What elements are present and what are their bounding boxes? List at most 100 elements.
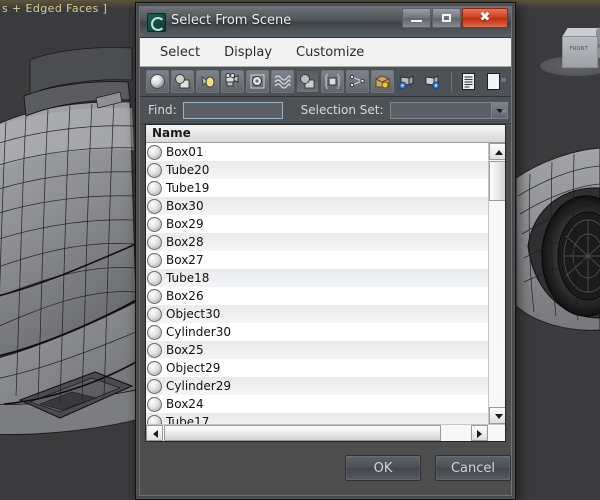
dialog-menubar[interactable]: Select Display Customize <box>140 38 511 67</box>
bone-icon <box>349 74 365 88</box>
vertical-scrollbar-thumb[interactable] <box>489 161 505 201</box>
tape-helper-icon <box>250 74 265 89</box>
sphere-icon <box>147 360 162 376</box>
list-item[interactable]: Cylinder29 <box>146 377 488 395</box>
find-row-overflow-chevron[interactable]: » <box>500 104 507 117</box>
sphere-icon <box>147 396 162 412</box>
display-bone-objects-button[interactable] <box>346 70 369 93</box>
cancel-button[interactable]: Cancel <box>435 455 511 481</box>
list-item-label: Box29 <box>166 217 204 231</box>
list-item-label: Object30 <box>166 307 221 321</box>
list-item[interactable]: Box29 <box>146 215 488 233</box>
display-influences-button[interactable] <box>421 70 444 93</box>
sphere-icon <box>147 342 162 358</box>
dialog-toolbar[interactable]: » <box>140 67 511 97</box>
scroll-right-button[interactable] <box>471 425 488 441</box>
list-item-label: Box24 <box>166 397 204 411</box>
light-icon <box>201 75 215 88</box>
camera-icon <box>225 73 239 87</box>
minimize-button[interactable] <box>402 8 431 28</box>
ok-button[interactable]: OK <box>345 455 421 481</box>
selection-set-label: Selection Set: <box>300 103 384 117</box>
shapes-icon <box>175 74 190 89</box>
display-helpers-button[interactable] <box>246 70 269 93</box>
sphere-icon <box>147 144 162 160</box>
list-item-label: Box30 <box>166 199 204 213</box>
maximize-button[interactable] <box>432 8 461 28</box>
list-item-label: Box25 <box>166 343 204 357</box>
list-item[interactable]: Box28 <box>146 233 488 251</box>
toolbar-separator <box>451 72 452 91</box>
close-button[interactable]: ✖ <box>462 8 508 28</box>
search-input[interactable] <box>182 101 283 119</box>
sphere-icon <box>147 378 162 394</box>
sphere-icon <box>147 252 162 268</box>
display-external-refs-button[interactable] <box>321 70 344 93</box>
list-item-label: Cylinder30 <box>166 325 231 339</box>
list-item-label: Box28 <box>166 235 204 249</box>
list-item-label: Tube19 <box>166 181 210 195</box>
vertical-scrollbar[interactable] <box>488 143 505 424</box>
sphere-icon <box>147 234 162 250</box>
menu-item-customize[interactable]: Customize <box>284 41 376 64</box>
menu-item-display[interactable]: Display <box>212 41 284 64</box>
sphere-icon <box>147 270 162 286</box>
list-item-label: Tube18 <box>166 271 210 285</box>
display-cameras-button[interactable] <box>221 70 244 93</box>
list-item[interactable]: Object30 <box>146 305 488 323</box>
sphere-icon <box>150 74 165 89</box>
list-item[interactable]: Box26 <box>146 287 488 305</box>
list-item-label: Tube20 <box>166 163 210 177</box>
scroll-left-button[interactable] <box>146 425 163 441</box>
dialog-titlebar[interactable]: Select From Scene ✖ <box>140 7 511 38</box>
sphere-icon <box>147 324 162 340</box>
list-item[interactable]: Box25 <box>146 341 488 359</box>
display-shapes-button[interactable] <box>171 70 194 93</box>
selection-set-dropdown[interactable] <box>389 101 508 119</box>
list-types-button[interactable] <box>457 70 480 93</box>
container-icon <box>375 75 390 89</box>
list-item[interactable]: Tube18 <box>146 269 488 287</box>
find-row: Find: Selection Set: » <box>140 97 511 124</box>
list-item[interactable]: Box24 <box>146 395 488 413</box>
children-icon <box>398 75 414 90</box>
influences-icon <box>425 75 440 90</box>
list-item-label: Object29 <box>166 361 221 375</box>
sphere-icon <box>147 288 162 304</box>
select-from-scene-dialog[interactable]: Select From Scene ✖ Select Display Custo… <box>135 2 516 500</box>
horizontal-scrollbar-thumb[interactable] <box>164 425 441 441</box>
group-icon <box>300 74 315 89</box>
list-body[interactable]: Box01 Tube20 Tube19 Box30 Box29 Box28 Box27 Tub… <box>146 143 488 424</box>
scroll-up-button[interactable] <box>489 143 505 160</box>
display-groups-xrefs-button[interactable] <box>296 70 319 93</box>
list-item[interactable]: Tube19 <box>146 179 488 197</box>
sphere-icon <box>147 180 162 196</box>
scroll-down-button[interactable] <box>489 407 505 424</box>
list-item[interactable]: Box27 <box>146 251 488 269</box>
list-item[interactable]: Tube20 <box>146 161 488 179</box>
scene-object-list[interactable]: Name Box01 Tube20 Tube19 Box30 Box29 Box28 Box… <box>145 124 506 442</box>
viewcube-front-face[interactable] <box>562 36 598 68</box>
list-column-header-name[interactable]: Name <box>146 125 505 143</box>
sphere-icon <box>147 414 162 424</box>
display-containers-button[interactable] <box>371 70 394 93</box>
list-item[interactable]: Tube17 <box>146 413 488 424</box>
display-space-warps-button[interactable] <box>271 70 294 93</box>
list-item[interactable]: Cylinder30 <box>146 323 488 341</box>
dialog-footer: OK Cancel <box>145 446 511 491</box>
list-item[interactable]: Object29 <box>146 359 488 377</box>
display-children-button[interactable] <box>396 70 419 93</box>
viewcube[interactable]: FRONT R <box>540 23 600 78</box>
toolbar-overflow-chevron[interactable]: » <box>500 73 507 86</box>
display-lights-button[interactable] <box>196 70 219 93</box>
spacewarp-icon <box>274 75 291 89</box>
horizontal-scrollbar[interactable] <box>146 424 505 441</box>
list-item[interactable]: Box01 <box>146 143 488 161</box>
sphere-icon <box>147 216 162 232</box>
close-icon: ✖ <box>479 10 491 25</box>
list-item[interactable]: Box30 <box>146 197 488 215</box>
display-geometry-button[interactable] <box>146 70 169 93</box>
menu-item-select[interactable]: Select <box>148 41 212 64</box>
list-item-label: Cylinder29 <box>166 379 231 393</box>
sphere-icon <box>147 306 162 322</box>
